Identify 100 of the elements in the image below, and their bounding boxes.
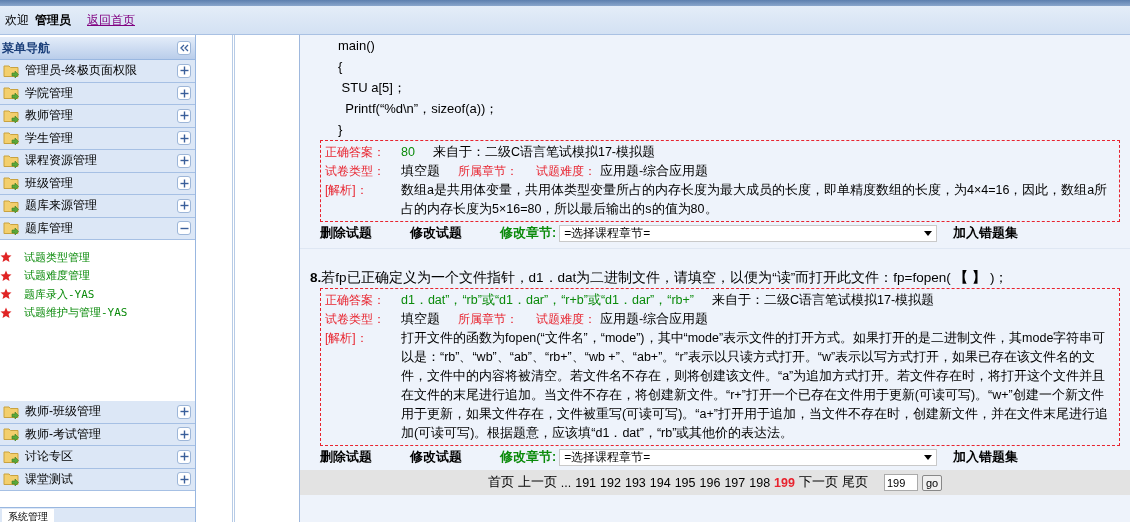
field-label: 试题难度： xyxy=(536,311,596,328)
next-page-link[interactable]: 下一页 xyxy=(798,474,838,491)
expand-icon[interactable] xyxy=(177,427,191,442)
expand-icon[interactable] xyxy=(177,404,191,419)
code-line: main() xyxy=(338,37,376,55)
folder-icon xyxy=(3,403,21,420)
menu-item[interactable]: 课堂测试 xyxy=(0,468,195,491)
star-icon xyxy=(0,306,12,319)
menu-item[interactable]: 管理员-终极页面权限 xyxy=(0,60,195,83)
chapter-label: 修改章节: xyxy=(500,224,557,242)
expand-icon[interactable] xyxy=(177,198,191,213)
user-name: 管理员 xyxy=(35,11,71,29)
page-input[interactable]: 199 xyxy=(883,474,918,491)
source-text: 来自于：二级C语言笔试模拟17-模拟题 xyxy=(711,292,935,309)
collapse-icon[interactable] xyxy=(177,41,191,55)
delete-link[interactable]: 删除试题 xyxy=(320,224,372,242)
field-label: 试题难度： xyxy=(536,163,596,180)
page-link[interactable]: 198 xyxy=(749,475,771,490)
field-label: 所属章节： xyxy=(458,163,518,180)
folder-icon xyxy=(3,130,21,147)
edit-link[interactable]: 修改试题 xyxy=(410,448,462,466)
folder-icon xyxy=(3,471,21,488)
field-label: [解析]： xyxy=(325,330,369,347)
star-icon xyxy=(0,251,12,264)
folder-icon xyxy=(3,220,21,237)
delete-link[interactable]: 删除试题 xyxy=(320,448,372,466)
folder-icon xyxy=(3,62,21,79)
star-icon xyxy=(0,269,12,282)
expand-icon[interactable] xyxy=(177,86,191,101)
expand-icon[interactable] xyxy=(177,449,191,464)
expand-icon[interactable] xyxy=(177,63,191,78)
dropdown-icon xyxy=(924,454,933,460)
submenu-item[interactable]: 试题难度管理 xyxy=(0,266,195,285)
submenu-item[interactable]: 试题类型管理 xyxy=(0,248,195,267)
menu-item[interactable]: 讨论专区 xyxy=(0,446,195,469)
page-link[interactable]: 195 xyxy=(674,475,696,490)
expand-icon[interactable] xyxy=(177,131,191,146)
sidebar-title: 菜单导航 xyxy=(2,39,50,57)
page-link[interactable]: 191 xyxy=(575,475,597,490)
home-link[interactable]: 返回首页 xyxy=(87,11,135,29)
chapter-label: 修改章节: xyxy=(500,448,557,466)
analysis-text: 打开文件的函数为fopen(“文件名”，“mode”)，其中“mode”表示文件的打开方式。如果打开的是二进制文件，其mode字符串可以是：“rb”、“wb”、“ab”、“rb+”、“wb +”、“ab+”。“r”表示以只读方式打开。“w”表示以写方式打开，如果已存在该文件名的文件，文件中的内容将被清空。若文件名不存在，则将创建该文件。“a”为追加方式打开。若文件存在时，将打开这个文件并且在文件的末尾进行追加。当文件不存在，将创建新文件。“r+”打开一个已存在文件用于更新(可读可写)。“w+”创建一个新文件用于更新，如果文件存在，文件被重写(可读可写)。“a+”打开用于追加，当文件不存在时，创建新文件，并在文件末尾进行追加(可读可写)。根据题意，应该填“d1．dat”，“rb”或其他价的表达法。 xyxy=(401,330,1109,442)
add-wrong-link[interactable]: 加入错题集 xyxy=(953,224,1019,242)
go-button[interactable]: go xyxy=(921,474,943,491)
difficulty-value: 应用题-综合应用题 xyxy=(600,163,709,180)
field-label: [解析]： xyxy=(325,182,369,199)
chapter-select[interactable]: =选择课程章节= xyxy=(559,224,938,242)
submenu-item[interactable]: 题库录入-YAS xyxy=(0,285,195,304)
field-label: 正确答案： xyxy=(325,144,386,161)
code-line: Printf(“%d\n”，sizeof(a))； xyxy=(344,100,500,118)
menu-item[interactable]: 题库管理 xyxy=(0,217,195,240)
chapter-select[interactable]: =选择课程章节= xyxy=(559,448,938,466)
menu-item[interactable]: 教师-班级管理 xyxy=(0,401,195,424)
add-wrong-link[interactable]: 加入错题集 xyxy=(953,448,1019,466)
expand-icon[interactable] xyxy=(177,176,191,191)
folder-icon xyxy=(3,107,21,124)
code-line: { xyxy=(338,58,344,76)
menu-item[interactable]: 教师-考试管理 xyxy=(0,423,195,446)
page-link[interactable]: 197 xyxy=(724,475,746,490)
folder-icon xyxy=(3,197,21,214)
menu-item[interactable]: 教师管理 xyxy=(0,105,195,128)
dropdown-icon xyxy=(924,230,933,236)
folder-icon xyxy=(3,175,21,192)
menu-item[interactable]: 学院管理 xyxy=(0,82,195,105)
ellipsis-text: ... xyxy=(560,475,572,490)
last-page-link[interactable]: 尾页 xyxy=(841,474,868,491)
star-icon xyxy=(0,288,12,301)
first-page-link[interactable]: 首页 xyxy=(487,474,514,491)
menu-item[interactable]: 课程资源管理 xyxy=(0,150,195,173)
answer-text: d1．dat”，“rb”或“d1．dar”，“r+b”或“d1．dar”，“rb+” xyxy=(401,292,694,309)
type-value: 填空题 xyxy=(401,311,440,328)
menu-item[interactable]: 班级管理 xyxy=(0,172,195,195)
folder-icon xyxy=(3,152,21,169)
code-line: STU a[5]； xyxy=(340,79,407,97)
greeting-text: 欢迎 xyxy=(5,11,29,29)
difficulty-value: 应用题-综合应用题 xyxy=(600,311,709,328)
folder-icon xyxy=(3,85,21,102)
field-label: 正确答案： xyxy=(325,292,386,309)
folder-icon xyxy=(3,426,21,443)
collapse-icon[interactable] xyxy=(177,221,191,236)
edit-link[interactable]: 修改试题 xyxy=(410,224,462,242)
prev-page-link[interactable]: 上一页 xyxy=(517,474,557,491)
field-label: 所属章节： xyxy=(458,311,518,328)
menu-item[interactable]: 学生管理 xyxy=(0,127,195,150)
sidebar-tab[interactable]: 系统管理 xyxy=(2,509,54,522)
source-text: 来自于：二级C语言笔试模拟17-模拟题 xyxy=(432,144,655,161)
menu-item[interactable]: 题库来源管理 xyxy=(0,195,195,218)
analysis-text: 数组a是共用体变量，共用体类型变量所占的内存长度为最大成员的长度，即单精度数组的长度，为4×4=16，因此，数组a所占的内存长度为5×16=80，所以最后输出的s的值为80。 xyxy=(401,182,1109,218)
page-link[interactable]: 196 xyxy=(699,475,721,490)
page-link[interactable]: 193 xyxy=(624,475,646,490)
page-link[interactable]: 192 xyxy=(600,475,621,490)
submenu-item[interactable]: 试题维护与管理-YAS xyxy=(0,303,195,322)
folder-icon xyxy=(3,448,21,465)
type-value: 填空题 xyxy=(401,163,440,180)
expand-icon[interactable] xyxy=(177,108,191,123)
expand-icon[interactable] xyxy=(177,153,191,168)
page-link[interactable]: 194 xyxy=(649,475,671,490)
expand-icon[interactable] xyxy=(177,472,191,487)
question-text: 8.若fp已正确定义为一个文件指针，d1．dat为二进制文件，请填空，以便为“读”而打开此文件：fp=fopen( 【 】 )； xyxy=(309,269,1010,287)
field-label: 试卷类型： xyxy=(325,311,386,328)
